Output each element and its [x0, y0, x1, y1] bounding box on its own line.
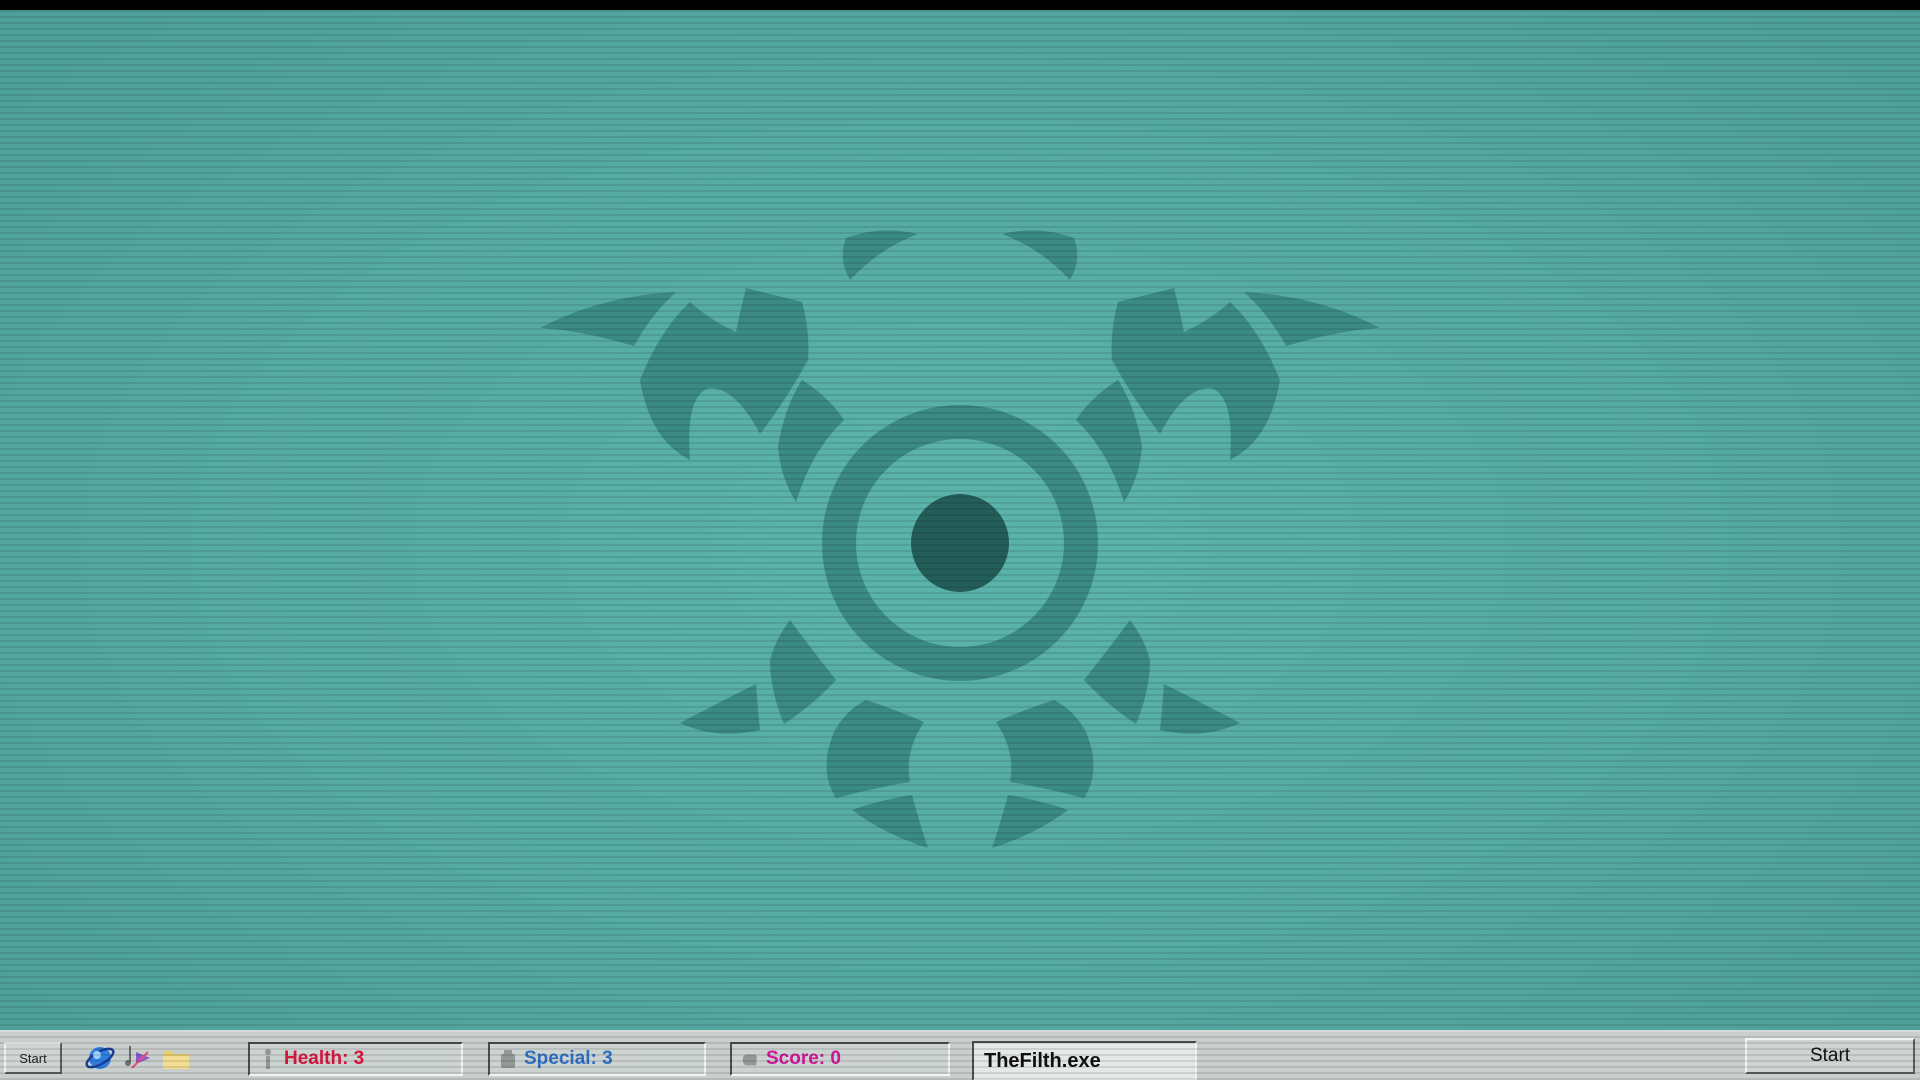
program-tab-thefilth[interactable]: TheFilth.exe — [972, 1041, 1197, 1080]
special-canister-icon — [501, 1050, 515, 1068]
emblem-lower-left-tip — [680, 684, 760, 734]
media-player-icon[interactable] — [122, 1042, 154, 1074]
health-label: Health: 3 — [284, 1048, 365, 1069]
emblem-bottom-right-fang — [992, 795, 1068, 848]
score-display: Score: 0 — [730, 1042, 950, 1076]
special-display: Special: 3 — [488, 1042, 706, 1076]
taskbar: Start Health: 3 Special: 3 Score: 0 TheF… — [0, 1030, 1920, 1080]
emblem-bottom-left-fang — [852, 795, 928, 848]
health-figure-icon — [265, 1049, 271, 1069]
emblem-left-inner-blade — [778, 380, 844, 502]
start-button[interactable]: Start — [1745, 1038, 1915, 1074]
game-screen: Start Health: 3 Special: 3 Score: 0 TheF… — [0, 10, 1920, 1080]
emblem-right-inner-blade — [1076, 380, 1142, 502]
emblem-left-wing-tip — [540, 292, 676, 346]
browser-globe-icon[interactable] — [84, 1042, 116, 1074]
folder-icon[interactable] — [160, 1042, 192, 1074]
emblem-top-left-hook — [842, 230, 918, 280]
emblem-bottom-right-crest — [996, 700, 1094, 798]
special-label: Special: 3 — [524, 1048, 613, 1069]
tribal-eye-emblem-icon — [540, 230, 1380, 848]
emblem-top-right-hook — [1002, 230, 1078, 280]
start-button-small[interactable]: Start — [4, 1042, 62, 1074]
emblem-lower-left-blade — [770, 620, 836, 724]
emblem-right-wing-tip — [1244, 292, 1380, 346]
score-label: Score: 0 — [766, 1048, 841, 1069]
emblem-bottom-left-crest — [826, 700, 924, 798]
health-display: Health: 3 — [248, 1042, 463, 1076]
emblem-lower-right-tip — [1160, 684, 1240, 734]
score-hand-icon — [742, 1054, 757, 1066]
emblem-core — [911, 494, 1009, 592]
emblem-lower-right-blade — [1084, 620, 1150, 724]
